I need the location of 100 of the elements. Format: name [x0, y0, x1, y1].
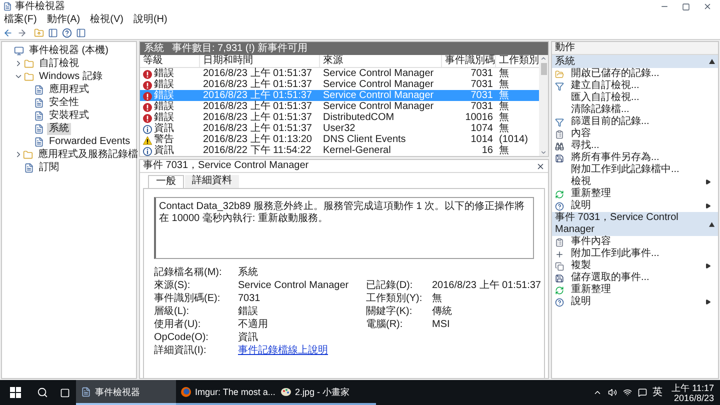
tree-item[interactable]: 應用程式及服務記錄檔: [36, 148, 140, 160]
column-header[interactable]: 日期和時間: [200, 55, 320, 67]
action-item[interactable]: 說明: [552, 296, 718, 308]
action-item[interactable]: 儲存選取的事件...: [552, 272, 718, 284]
refresh-icon: [555, 190, 564, 198]
table-row[interactable]: 錯誤 2016/8/23 上午 01:51:37 DistributedCOM 10016 無: [140, 112, 539, 123]
taskbar-app[interactable]: 事件檢視器: [76, 380, 176, 405]
table-row[interactable]: 資訊 2016/8/23 上午 01:51:37 User32 1074 無: [140, 123, 539, 134]
tab[interactable]: 一般: [148, 175, 184, 188]
add-task-icon: [555, 250, 564, 258]
field-value: 無: [432, 293, 443, 305]
scroll-thumb[interactable]: [540, 63, 546, 75]
clock-date[interactable]: 2016/8/23: [674, 392, 714, 402]
action-item[interactable]: 篩選目前的記錄...: [552, 116, 718, 128]
action-item[interactable]: 開啟已儲存的記錄...: [552, 68, 718, 80]
tree-item[interactable]: 應用程式: [47, 84, 91, 96]
action-item[interactable]: 匯入自訂檢視...: [552, 92, 718, 104]
tray-expand-icon[interactable]: [592, 388, 602, 397]
back-button[interactable]: [3, 28, 13, 38]
action-item[interactable]: 清除記錄檔...: [552, 104, 718, 116]
table-row[interactable]: 錯誤 2016/8/23 上午 01:51:37 Service Control Manager 7031 無: [140, 79, 539, 90]
error-icon: [143, 80, 152, 90]
section-header[interactable]: 系統: [552, 55, 718, 68]
search-button[interactable]: [37, 387, 48, 398]
tree-item[interactable]: 事件檢視器 (本機): [27, 44, 110, 56]
action-item[interactable]: 尋找...: [552, 140, 718, 152]
tree-item[interactable]: 訂閱: [37, 162, 61, 174]
help-link[interactable]: 事件記錄檔線上說明: [238, 345, 366, 357]
menu-item[interactable]: 檢視(V): [90, 14, 124, 26]
field-value: Service Control Manager: [238, 280, 350, 292]
column-header[interactable]: 來源: [320, 55, 442, 67]
input-method[interactable]: 英: [652, 386, 663, 398]
collapse-icon[interactable]: [709, 59, 715, 64]
action-item[interactable]: 建立自訂檢視...: [552, 80, 718, 92]
tree-item[interactable]: 安全性: [47, 96, 81, 108]
table-cell-text: 無: [498, 145, 510, 157]
tab[interactable]: 詳細資料: [185, 175, 239, 188]
maximize-button[interactable]: [682, 2, 690, 10]
taskbar-app[interactable]: Imgur: The most a...: [176, 380, 276, 405]
task-view-button[interactable]: [60, 388, 70, 398]
table-cell-text: Service Control Manager: [322, 101, 435, 112]
panel-toggle-button[interactable]: [48, 28, 58, 38]
expand-icon[interactable]: [14, 150, 23, 159]
start-button[interactable]: [10, 387, 21, 398]
table-cell-text: (1014): [498, 134, 529, 145]
scrollbar[interactable]: [539, 55, 548, 156]
scroll-down-icon[interactable]: [540, 149, 547, 156]
help-button[interactable]: [62, 28, 72, 38]
table-row[interactable]: 錯誤 2016/8/23 上午 01:51:37 Service Control Manager 7031 無: [140, 101, 539, 112]
table-row[interactable]: 警告 2016/8/23 上午 01:13:20 DNS Client Events 1014 (1014): [140, 134, 539, 145]
tree-item[interactable]: 安裝程式: [47, 110, 91, 122]
table-cell-text: DistributedCOM: [322, 112, 396, 124]
action-item[interactable]: 事件內容: [552, 236, 718, 248]
event-title: 事件 7031，Service Control Manager: [143, 160, 309, 172]
expand-icon[interactable]: [14, 72, 23, 81]
column-header[interactable]: 事件識別碼: [442, 55, 496, 67]
forward-button[interactable]: [17, 28, 27, 38]
field-value: 7031: [238, 293, 262, 305]
copy-icon: [555, 262, 564, 270]
clock-time[interactable]: 上午 11:17: [672, 382, 714, 392]
column-header[interactable]: 等級: [140, 55, 200, 67]
close-icon[interactable]: [536, 162, 545, 170]
close-button[interactable]: [703, 2, 712, 11]
notification-icon[interactable]: [638, 388, 647, 397]
expand-icon[interactable]: [14, 59, 23, 68]
table-cell-text: 2016/8/22 下午 11:54:22: [202, 145, 312, 157]
tree-item[interactable]: 自訂檢視: [37, 58, 81, 70]
action-item[interactable]: 附加工作到此事件...: [552, 248, 718, 260]
field-value: 2016/8/23 上午 01:51:37: [432, 280, 541, 292]
scroll-up-icon[interactable]: [540, 55, 547, 62]
table-cell-text: 1014: [470, 134, 494, 146]
collapse-icon[interactable]: [709, 222, 715, 226]
field-label: 來源(S):: [154, 280, 192, 292]
action-item[interactable]: 重新整理: [552, 284, 718, 296]
submenu-arrow-icon: [705, 179, 711, 185]
network-icon[interactable]: [622, 388, 632, 397]
help-icon: [555, 298, 564, 306]
speaker-icon[interactable]: [608, 388, 617, 397]
taskbar-app[interactable]: 2.jpg - 小畫家: [276, 380, 376, 405]
action-item[interactable]: 重新整理: [552, 188, 718, 200]
menu-item[interactable]: 動作(A): [46, 14, 80, 26]
table-row[interactable]: 資訊 2016/8/22 下午 11:54:22 Kernel-General 16 無: [140, 145, 539, 156]
table-row[interactable]: 錯誤 2016/8/23 上午 01:51:37 Service Control Manager 7031 無: [140, 68, 539, 79]
field-label: 記錄檔名稱(M):: [154, 267, 223, 279]
menu-item[interactable]: 說明(H): [133, 14, 168, 26]
action-item[interactable]: 檢視: [552, 176, 718, 188]
tree-item[interactable]: Forwarded Events: [47, 136, 132, 148]
action-item[interactable]: 附加工作到此記錄檔中...: [552, 164, 718, 176]
tree-item[interactable]: 系統: [47, 122, 71, 134]
table-cell-text: 7031: [470, 101, 494, 113]
panel-toggle-button[interactable]: [76, 28, 86, 38]
help-icon: [555, 202, 564, 210]
section-header[interactable]: 事件 7031，Service Control Manager: [552, 212, 718, 236]
tree-item[interactable]: Windows 記錄: [37, 70, 104, 82]
menu-item[interactable]: 檔案(F): [4, 14, 37, 26]
action-item[interactable]: 複製: [552, 260, 718, 272]
filter-icon: [555, 118, 564, 126]
action-item[interactable]: 說明: [552, 200, 718, 212]
action-item[interactable]: 內容: [552, 128, 718, 140]
action-item[interactable]: 將所有事件另存為...: [552, 152, 718, 164]
